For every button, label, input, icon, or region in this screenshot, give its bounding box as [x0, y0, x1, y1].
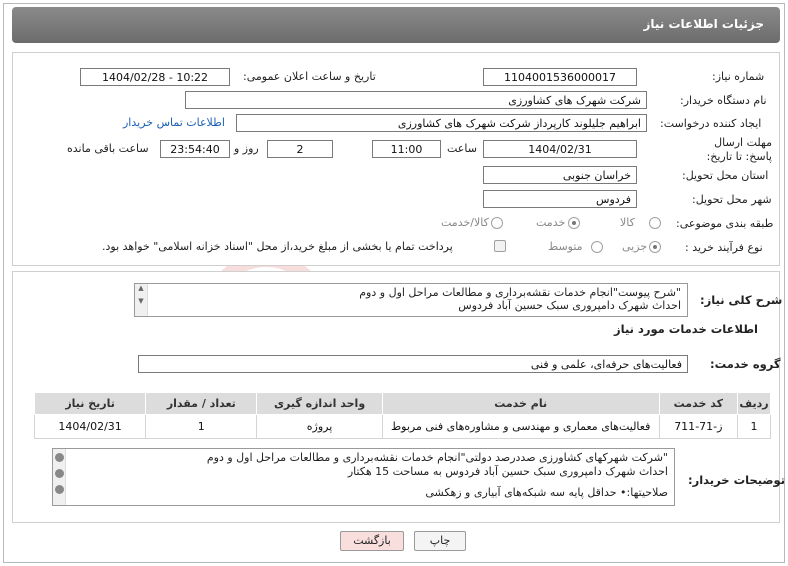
treasury-payment-checkbox[interactable] [494, 240, 506, 252]
buyer-org-label: نام دستگاه خریدار: [680, 94, 767, 107]
remaining-time-label: ساعت باقی مانده [67, 142, 149, 155]
days-field: 2 [267, 140, 333, 158]
deadline-time-label: ساعت [447, 142, 477, 155]
process-option-medium: متوسط [548, 240, 583, 253]
service-group-label: گروه خدمت: [710, 357, 781, 371]
summary-scrollbar[interactable]: ▲ ▼ [135, 284, 148, 316]
process-radio-medium[interactable] [591, 241, 603, 253]
city-field: فردوس [483, 190, 637, 208]
col-unit: واحد اندازه گیری [256, 392, 383, 415]
requester-label: ایجاد کننده درخواست: [660, 117, 762, 130]
services-table-header: ردیف کد خدمت نام خدمت واحد اندازه گیری ت… [33, 392, 771, 415]
summary-line-1: "شرح پیوست"انجام خدمات نقشه‌برداری و مطا… [359, 286, 681, 299]
buyer-org-field: شرکت شهرک های کشاورزی [185, 91, 647, 109]
process-type-label: نوع فرآیند خرید : [685, 241, 763, 254]
scroll-up-dot-icon [54, 453, 64, 462]
cell-quantity: 1 [145, 414, 258, 439]
buyer-notes-scrollbar[interactable] [53, 449, 66, 505]
service-group-field: فعالیت‌های حرفه‌ای، علمی و فنی [138, 355, 688, 373]
table-row: 1 ز-71-711 فعالیت‌های معماری و مهندسی و … [33, 414, 771, 439]
category-option-goods: کالا [620, 216, 635, 229]
col-service-code: کد خدمت [658, 392, 739, 415]
city-label: شهر محل تحویل: [692, 193, 772, 206]
province-field: خراسان جنوبی [483, 166, 637, 184]
province-label: استان محل تحویل: [682, 169, 769, 182]
category-radio-service[interactable] [568, 217, 580, 229]
col-row-number: ردیف [737, 392, 771, 415]
need-number-field: 1104001536000017 [483, 68, 637, 86]
services-table: ردیف کد خدمت نام خدمت واحد اندازه گیری ت… [33, 392, 771, 439]
announce-date-field: 1404/02/28 - 10:22 [80, 68, 230, 86]
need-number-label: شماره نیاز: [712, 70, 765, 83]
print-button[interactable]: چاپ [414, 531, 466, 551]
requester-field: ابراهیم جلیلوند کارپرداز شرکت شهرک های ک… [236, 114, 647, 132]
page-title: جزئیات اطلاعات نیاز [643, 17, 764, 31]
back-button[interactable]: بازگشت [340, 531, 404, 551]
deadline-label: مهلت ارسال پاسخ: تا تاریخ: [706, 136, 772, 163]
category-radio-goods[interactable] [649, 217, 661, 229]
category-option-service: خدمت [536, 216, 566, 229]
buyer-notes-line-3: صلاحیتها:• حداقل پایه سه شبکه‌های آبیاری… [425, 486, 668, 499]
cell-need-date: 1404/02/31 [33, 414, 147, 439]
scroll-up-icon: ▲ [138, 284, 144, 292]
buyer-notes-textarea[interactable]: "شرکت شهرکهای کشاورزی صددرصد دولتی"انجام… [52, 448, 675, 506]
deadline-date-field: 1404/02/31 [483, 140, 637, 158]
process-option-minor: جزیی [622, 240, 648, 253]
title-bar: جزئیات اطلاعات نیاز [12, 7, 780, 43]
services-section-title: اطلاعات خدمات مورد نیاز [614, 322, 758, 336]
col-quantity: تعداد / مقدار [145, 392, 258, 415]
col-need-date: تاریخ نیاز [33, 392, 147, 415]
scroll-thumb-dot-icon [54, 469, 64, 478]
remaining-time-field: 23:54:40 [160, 140, 230, 158]
announce-date-label: تاریخ و ساعت اعلان عمومی: [243, 70, 376, 83]
days-label: روز و [234, 142, 259, 155]
summary-label: شرح کلی نیاز: [700, 293, 783, 307]
buyer-contact-link[interactable]: اطلاعات تماس خریدار [123, 116, 225, 129]
treasury-payment-text: پرداخت تمام یا بخشی از مبلغ خرید،از محل … [102, 240, 453, 253]
buyer-notes-label: توضیحات خریدار: [688, 473, 786, 487]
category-option-goods-service: کالا/خدمت [441, 216, 489, 229]
category-radio-goods-service[interactable] [491, 217, 503, 229]
cell-service-name: فعالیت‌های معماری و مهندسی و مشاوره‌های … [381, 414, 660, 439]
process-radio-minor[interactable] [649, 241, 661, 253]
cell-unit: پروژه [256, 414, 383, 439]
summary-textarea[interactable]: "شرح پیوست"انجام خدمات نقشه‌برداری و مطا… [134, 283, 688, 317]
cell-service-code: ز-71-711 [658, 414, 739, 439]
buyer-notes-line-2: احداث شهرک دامپروری سبک حسین آباد فردوس … [347, 465, 668, 478]
cell-row-number: 1 [737, 414, 771, 439]
col-service-name: نام خدمت [381, 392, 660, 415]
deadline-time-field: 11:00 [372, 140, 441, 158]
scroll-down-icon: ▼ [138, 297, 144, 305]
scroll-down-dot-icon [54, 485, 64, 494]
summary-line-2: احداث شهرک دامپروری سبک حسین آباد فردوس [458, 299, 681, 312]
buyer-notes-line-1: "شرکت شهرکهای کشاورزی صددرصد دولتی"انجام… [206, 451, 668, 464]
category-label: طبقه بندی موضوعی: [676, 217, 774, 230]
